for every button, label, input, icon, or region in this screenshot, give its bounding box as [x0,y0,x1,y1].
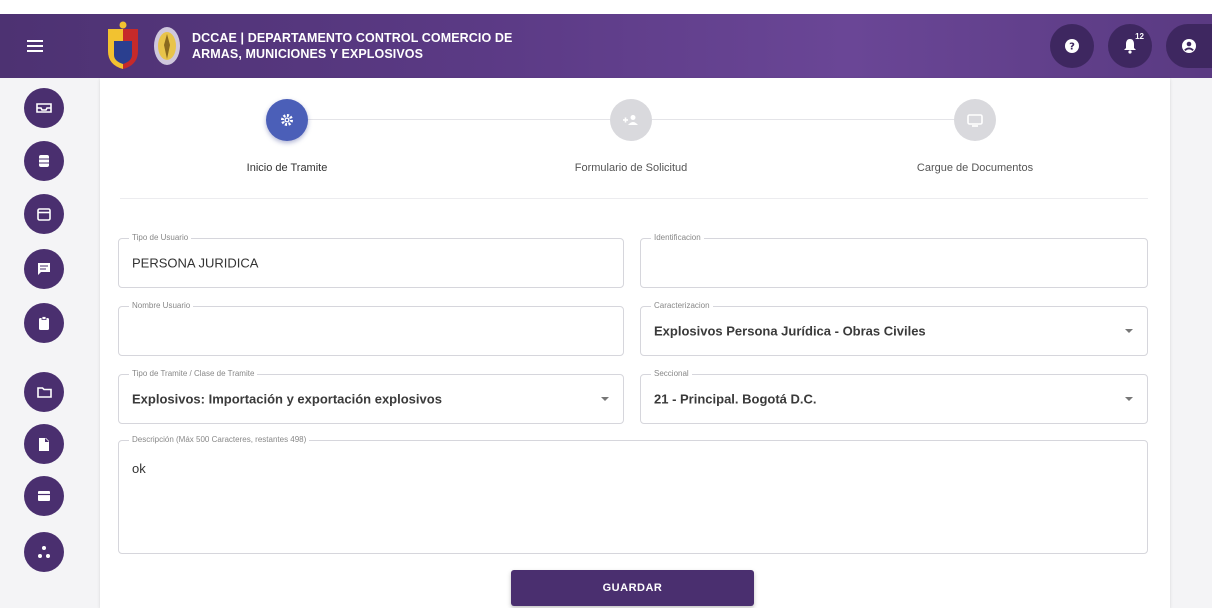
table-icon [38,491,50,501]
descripcion-label: Descripción (Máx 500 Caracteres, restant… [129,434,310,446]
step-3-circle[interactable] [954,99,996,141]
chevron-down-icon [1125,397,1133,401]
nombre-usuario-field[interactable]: Nombre Usuario [118,300,624,356]
share-icon [38,546,50,558]
stepper-connector-1 [308,119,610,120]
header-top-strip [0,0,1212,14]
database-icon [39,155,49,167]
tipo-tramite-label: Tipo de Tramite / Clase de Tramite [129,368,258,380]
document-icon [39,437,49,451]
account-button[interactable] [1166,24,1212,68]
dccae-logo [108,21,138,69]
chevron-down-icon [601,397,609,401]
tipo-usuario-field[interactable]: Tipo de Usuario PERSONA JURIDICA [118,232,624,288]
account-icon [1182,39,1196,53]
identificacion-label: Identificacion [651,232,704,244]
app-title-line1: DCCAE | DEPARTAMENTO CONTROL COMERCIO DE [192,31,513,45]
step-1-label: Inicio de Tramite [246,162,328,174]
step-2-circle[interactable] [610,99,652,141]
seccional-value: 21 - Principal. Bogotá D.C. [654,391,817,407]
caracterizacion-label: Caracterizacion [651,300,713,312]
calendar-icon [37,208,51,221]
header-actions: ? 12 [1036,14,1212,78]
save-button[interactable]: GUARDAR [511,570,754,606]
notification-badge: 12 [1135,32,1144,41]
monitor-icon [967,113,983,127]
tipo-tramite-select[interactable]: Tipo de Tramite / Clase de Tramite Explo… [118,368,624,424]
army-emblem [154,27,180,65]
descripcion-value: ok [132,461,146,476]
sidebar-item-messages[interactable] [24,249,64,289]
caracterizacion-select[interactable]: Caracterizacion Explosivos Persona Juríd… [640,300,1148,356]
seccional-select[interactable]: Seccional 21 - Principal. Bogotá D.C. [640,368,1148,424]
sidebar-item-folder[interactable] [24,372,64,412]
sidebar-item-database[interactable] [24,141,64,181]
sidebar-item-clipboard[interactable] [24,303,64,343]
tipo-usuario-value: PERSONA JURIDICA [132,255,259,271]
stepper-connector-2 [652,119,954,120]
tipo-usuario-label: Tipo de Usuario [129,232,192,244]
caracterizacion-value: Explosivos Persona Jurídica - Obras Civi… [654,323,926,339]
person-add-icon [623,115,638,125]
main-card: Inicio de Tramite Formulario de Solicitu… [100,78,1170,608]
gear-icon [281,114,293,126]
hamburger-icon [27,40,43,52]
clipboard-icon [39,315,49,330]
sidebar-item-share[interactable] [24,532,64,572]
header-bar: DCCAE | DEPARTAMENTO CONTROL COMERCIO DE… [0,14,1212,78]
chevron-down-icon [1125,329,1133,333]
folder-icon [36,387,52,398]
step-2-label: Formulario de Solicitud [574,162,688,174]
seccional-label: Seccional [651,368,692,380]
sidebar [0,78,90,608]
identificacion-field[interactable]: Identificacion [640,232,1148,288]
app-header: DCCAE | DEPARTAMENTO CONTROL COMERCIO DE… [0,0,1212,78]
sidebar-item-table[interactable] [24,476,64,516]
nombre-usuario-label: Nombre Usuario [129,300,194,312]
menu-button[interactable] [0,14,70,78]
app-title: DCCAE | DEPARTAMENTO CONTROL COMERCIO DE… [192,30,552,62]
app-title-line2: ARMAS, MUNICIONES Y EXPLOSIVOS [192,47,424,61]
descripcion-textarea[interactable]: Descripción (Máx 500 Caracteres, restant… [118,434,1148,554]
sidebar-item-document[interactable] [24,424,64,464]
sidebar-item-inbox[interactable] [24,88,64,128]
step-3-label: Cargue de Documentos [916,162,1034,174]
help-button[interactable]: ? [1050,24,1094,68]
stepper-divider [120,198,1148,199]
sidebar-item-calendar[interactable] [24,194,64,234]
svg-text:?: ? [1069,42,1075,53]
tipo-tramite-value: Explosivos: Importación y exportación ex… [132,391,442,407]
step-1-circle[interactable] [266,99,308,141]
message-icon [38,263,50,275]
notifications-button[interactable]: 12 [1108,24,1152,68]
inbox-icon [36,103,52,113]
help-icon: ? [1065,39,1079,53]
